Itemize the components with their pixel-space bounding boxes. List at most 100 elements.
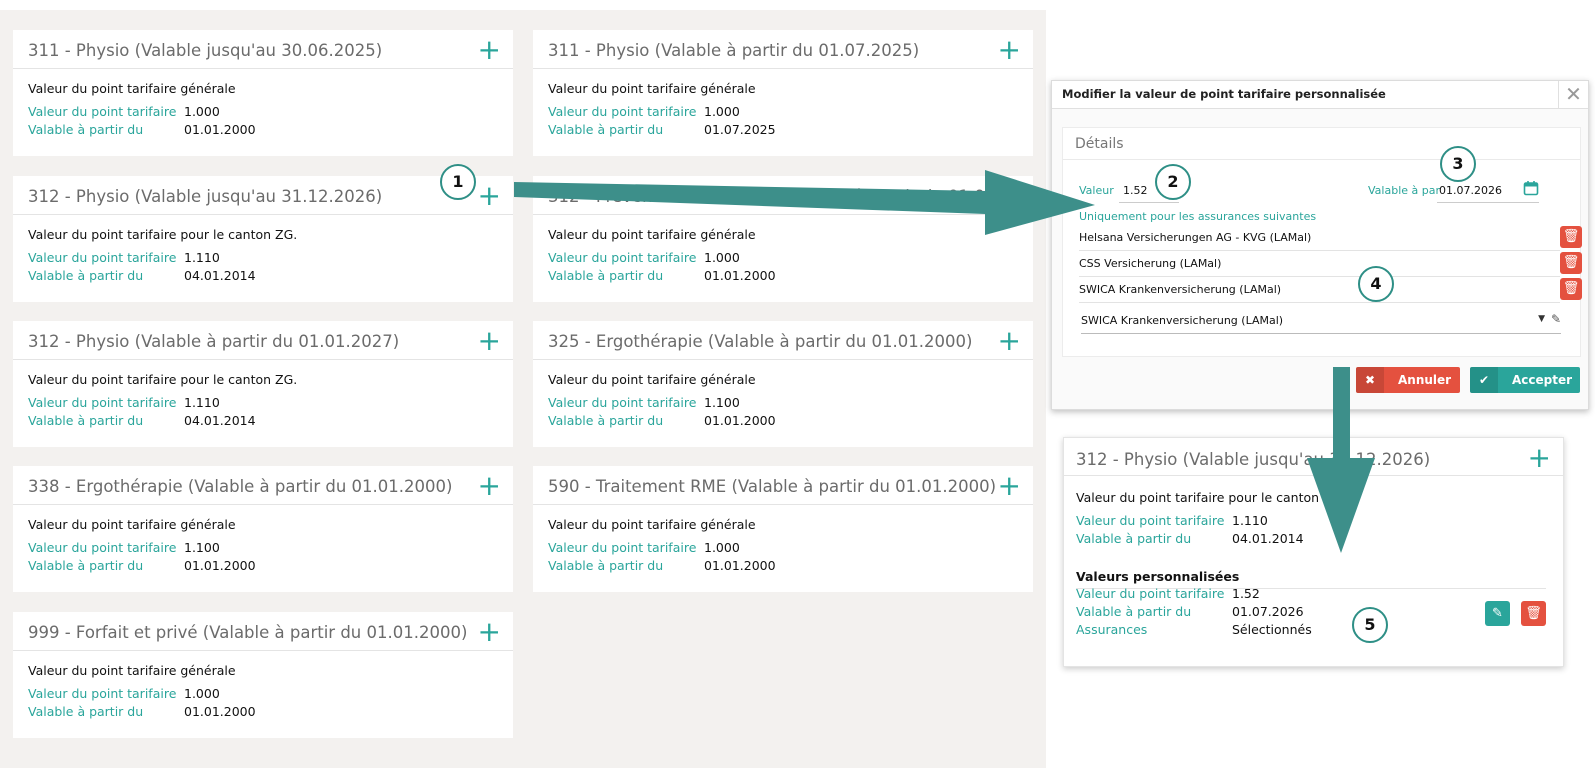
trash-icon[interactable]: 🗑 bbox=[1560, 252, 1582, 274]
plus-icon[interactable]: + bbox=[998, 182, 1021, 210]
valid-from-label: Valable à partir du bbox=[28, 122, 144, 137]
details-panel: Détails Valeur 1.52 Valable à partir du … bbox=[1062, 127, 1582, 357]
plus-icon[interactable]: + bbox=[478, 182, 501, 210]
custom-point-value-row: Valeur du point tarifaire 1.52 bbox=[1076, 586, 1260, 601]
tariff-card: 312 - Prévention des chutes (Valable à p… bbox=[533, 176, 1033, 302]
valid-from-value: 01.07.2025 bbox=[704, 122, 776, 137]
result-tariff-card: 312 - Physio (Valable jusqu'au 31.12.202… bbox=[1063, 437, 1564, 667]
tariff-card-title: 325 - Ergothérapie (Valable à partir du … bbox=[533, 321, 1033, 360]
point-value-label: Valeur du point tarifaire bbox=[28, 250, 177, 265]
callout-1: 1 bbox=[440, 164, 476, 200]
accept-button[interactable]: ✔ Accepter bbox=[1470, 367, 1580, 393]
valid-from-value: 01.01.2000 bbox=[704, 413, 776, 428]
valid-from-label: Valable à partir du bbox=[28, 413, 144, 428]
point-value-row: Valeur du point tarifaire 1.100 bbox=[28, 540, 220, 555]
valid-from-row: Valable à partir du 01.01.2000 bbox=[28, 122, 256, 137]
point-value-row: Valeur du point tarifaire 1.000 bbox=[548, 540, 740, 555]
valid-from-label: Valable à partir du bbox=[1076, 604, 1192, 619]
tariff-card: 325 - Ergothérapie (Valable à partir du … bbox=[533, 321, 1033, 447]
point-value: 1.110 bbox=[184, 250, 220, 265]
point-value-row: Valeur du point tarifaire 1.000 bbox=[28, 686, 220, 701]
valid-from-row: Valable à partir du 01.07.2025 bbox=[548, 122, 776, 137]
stage: 311 - Physio (Valable jusqu'au 30.06.202… bbox=[0, 0, 1595, 768]
insurance-item: CSS Versicherung (LAMal) 🗑 bbox=[1079, 251, 1582, 277]
valid-from-value: 01.01.2000 bbox=[184, 122, 256, 137]
valid-from-label: Valable à partir du bbox=[1368, 184, 1440, 197]
value-label: Valeur bbox=[1079, 184, 1114, 197]
point-value: 1.000 bbox=[184, 104, 220, 119]
point-value-row: Valeur du point tarifaire 1.000 bbox=[548, 104, 740, 119]
tariff-card: 311 - Physio (Valable à partir du 01.07.… bbox=[533, 30, 1033, 156]
insurance-name: SWICA Krankenversicherung (LAMal) bbox=[1079, 283, 1282, 296]
tariff-card-title: 311 - Physio (Valable jusqu'au 30.06.202… bbox=[13, 30, 513, 69]
point-value: 1.000 bbox=[704, 540, 740, 555]
custom-insurances-row: Assurances Sélectionnés bbox=[1076, 622, 1312, 637]
insurances-label: Uniquement pour les assurances suivantes bbox=[1079, 210, 1317, 223]
insurance-select-value: SWICA Krankenversicherung (LAMal) bbox=[1081, 314, 1284, 327]
pencil-icon[interactable]: ✎ bbox=[1551, 312, 1561, 326]
point-value: 1.000 bbox=[704, 250, 740, 265]
valid-from-value: 01.01.2000 bbox=[184, 558, 256, 573]
valid-from-underline bbox=[1437, 202, 1539, 203]
valid-from-label: Valable à partir du bbox=[548, 558, 664, 573]
trash-icon[interactable]: 🗑 bbox=[1521, 601, 1546, 626]
point-value: 1.000 bbox=[184, 686, 220, 701]
close-icon[interactable]: ✕ bbox=[1558, 81, 1588, 109]
caret-down-icon[interactable]: ▼ bbox=[1538, 314, 1545, 324]
plus-icon[interactable]: + bbox=[478, 36, 501, 64]
callout-5: 5 bbox=[1352, 607, 1388, 643]
point-value: 1.100 bbox=[704, 395, 740, 410]
callout-4: 4 bbox=[1358, 266, 1394, 302]
point-value-row: Valeur du point tarifaire 1.100 bbox=[548, 395, 740, 410]
tariff-card: 311 - Physio (Valable jusqu'au 30.06.202… bbox=[13, 30, 513, 156]
plus-icon[interactable]: + bbox=[998, 36, 1021, 64]
insurance-select[interactable]: SWICA Krankenversicherung (LAMal) ▼ ✎ bbox=[1081, 308, 1561, 334]
valid-from-row: Valable à partir du 01.01.2000 bbox=[548, 413, 776, 428]
point-value-label: Valeur du point tarifaire bbox=[1076, 513, 1225, 528]
plus-icon[interactable]: + bbox=[478, 327, 501, 355]
point-value-row: Valeur du point tarifaire 1.110 bbox=[28, 395, 220, 410]
plus-icon[interactable]: + bbox=[478, 472, 501, 500]
tariff-card-title: 312 - Physio (Valable jusqu'au 31.12.202… bbox=[13, 176, 513, 215]
valid-from-value: 04.01.2014 bbox=[1232, 531, 1304, 546]
tariff-card: 312 - Physio (Valable à partir du 01.01.… bbox=[13, 321, 513, 447]
trash-icon[interactable]: 🗑 bbox=[1560, 278, 1582, 300]
x-icon: ✖ bbox=[1356, 367, 1384, 393]
point-value-label: Valeur du point tarifaire bbox=[28, 104, 177, 119]
cancel-button[interactable]: ✖ Annuler bbox=[1356, 367, 1460, 393]
tariff-card: 590 - Traitement RME (Valable à partir d… bbox=[533, 466, 1033, 592]
plus-icon[interactable]: + bbox=[1528, 444, 1551, 472]
tariff-card-description: Valeur du point tarifaire générale bbox=[548, 81, 756, 96]
tariff-card-title: 312 - Physio (Valable jusqu'au 31.12.202… bbox=[1064, 438, 1563, 476]
valid-from-value: 01.01.2000 bbox=[704, 558, 776, 573]
point-value-label: Valeur du point tarifaire bbox=[28, 395, 177, 410]
plus-icon[interactable]: + bbox=[998, 327, 1021, 355]
pencil-icon[interactable]: ✎ bbox=[1485, 601, 1510, 626]
insurances-label: Assurances bbox=[1076, 622, 1148, 637]
valid-from-value: 01.01.2000 bbox=[704, 268, 776, 283]
point-value: 1.110 bbox=[1232, 513, 1268, 528]
insurance-name: CSS Versicherung (LAMal) bbox=[1079, 257, 1222, 270]
custom-insurances-value: Sélectionnés bbox=[1232, 622, 1312, 637]
details-panel-title: Détails bbox=[1063, 128, 1580, 160]
valid-from-value: 04.01.2014 bbox=[184, 413, 256, 428]
valid-from-row: Valable à partir du 01.01.2000 bbox=[548, 558, 776, 573]
custom-valid-from-value: 01.07.2026 bbox=[1232, 604, 1304, 619]
plus-icon[interactable]: + bbox=[478, 618, 501, 646]
tariff-card-title: 338 - Ergothérapie (Valable à partir du … bbox=[13, 466, 513, 505]
tariff-card: 312 - Physio (Valable jusqu'au 31.12.202… bbox=[13, 176, 513, 302]
tariff-card-description: Valeur du point tarifaire générale bbox=[548, 372, 756, 387]
plus-icon[interactable]: + bbox=[998, 472, 1021, 500]
valid-from-input[interactable]: 01.07.2026 bbox=[1439, 184, 1502, 197]
valid-from-label: Valable à partir du bbox=[28, 558, 144, 573]
calendar-icon[interactable] bbox=[1523, 180, 1539, 200]
insurance-name: Helsana Versicherungen AG - KVG (LAMal) bbox=[1079, 231, 1312, 244]
trash-icon[interactable]: 🗑 bbox=[1560, 226, 1582, 248]
callout-3: 3 bbox=[1440, 146, 1476, 182]
point-value-label: Valeur du point tarifaire bbox=[28, 686, 177, 701]
tariff-card-description: Valeur du point tarifaire générale bbox=[548, 227, 756, 242]
point-value: 1.000 bbox=[704, 104, 740, 119]
check-icon: ✔ bbox=[1470, 367, 1498, 393]
custom-valid-from-row: Valable à partir du 01.07.2026 bbox=[1076, 604, 1304, 619]
valid-from-row: Valable à partir du 04.01.2014 bbox=[1076, 531, 1304, 546]
